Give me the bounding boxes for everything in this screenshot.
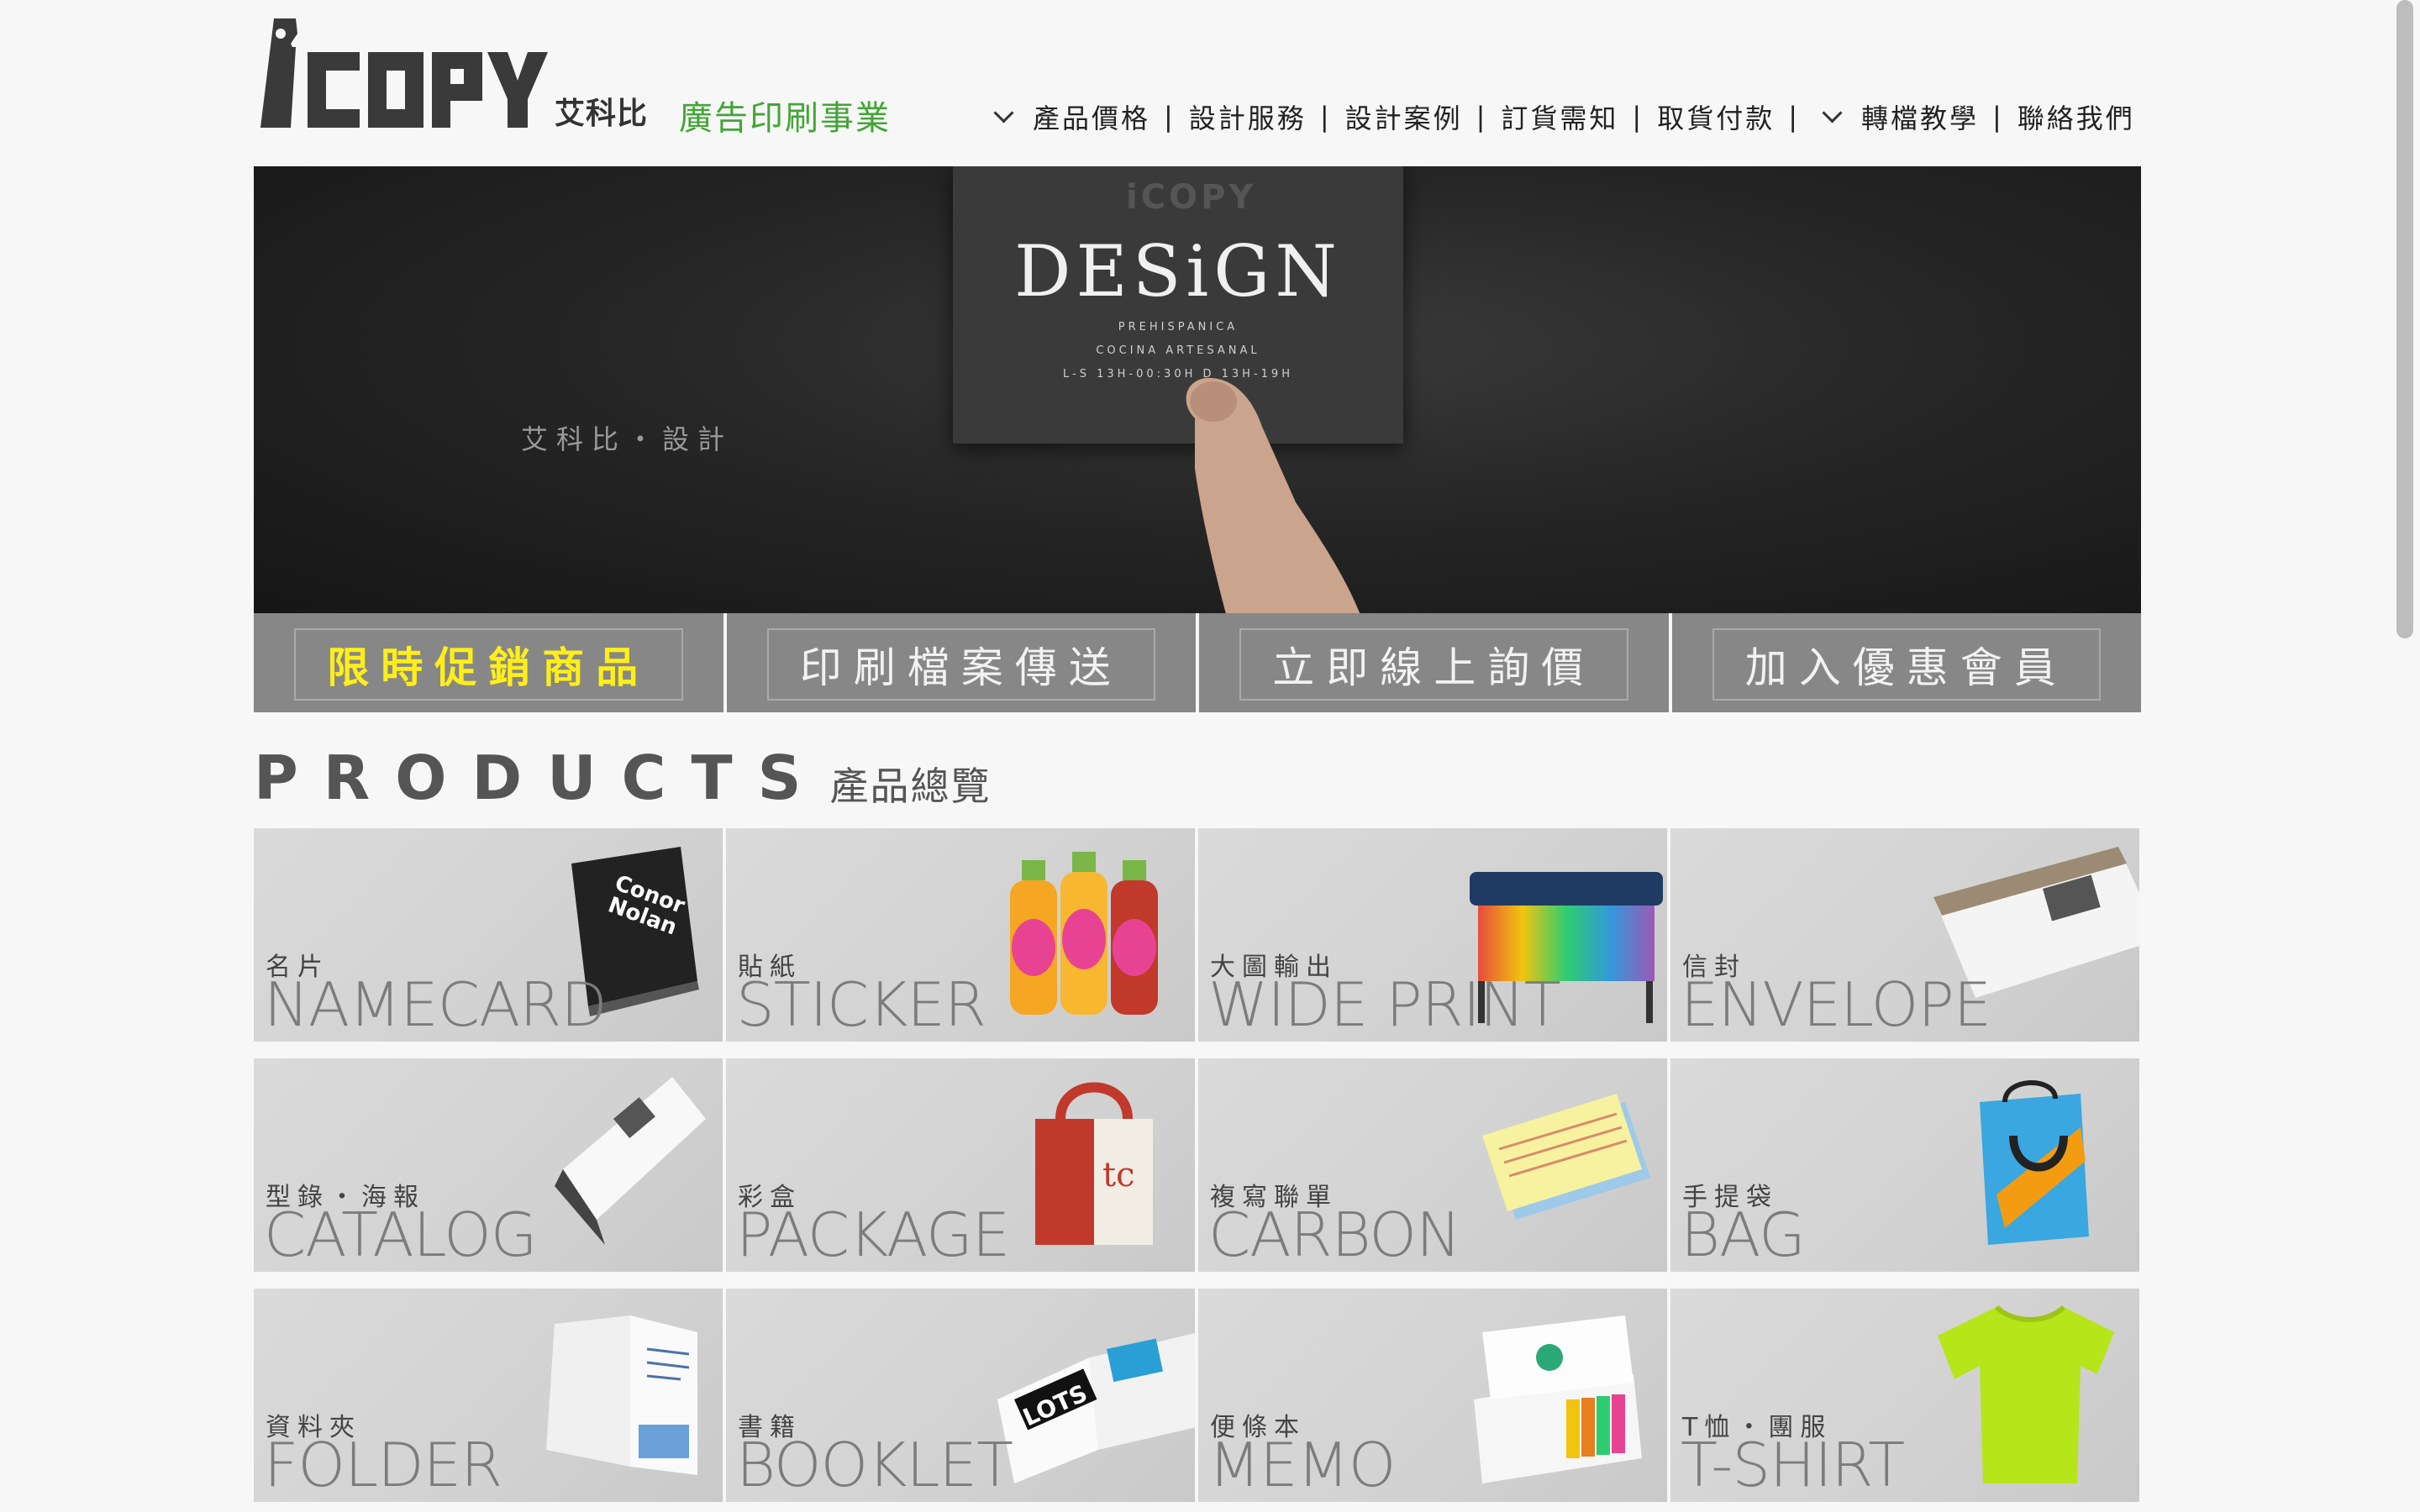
join-member-button-label: 加入優惠會員: [1712, 628, 2101, 701]
bag-icon: [1980, 1080, 2089, 1245]
catalog-icon: [555, 1077, 706, 1245]
product-grid: Conor Nolan 名片 NAMECARD 貼紙 STICKER 大圖輸出 …: [254, 828, 2141, 1502]
product-label-en: PACKAGE: [736, 1200, 1010, 1270]
file-upload-button-label: 印刷檔案傳送: [766, 628, 1155, 701]
product-label-en: T-SHIRT: [1681, 1430, 1905, 1500]
nav-separator: |: [1992, 101, 2004, 133]
promo-button[interactable]: 限時促銷商品: [254, 613, 723, 712]
bottles-icon: [1010, 852, 1158, 1015]
nav-separator: |: [1319, 101, 1332, 133]
site-logo[interactable]: 艾科比 廣告印刷事業: [259, 18, 939, 138]
product-label-en: BAG: [1681, 1200, 1806, 1270]
hero-banner[interactable]: iCOPY DESiGN PREHISPANICA COCINA ARTESAN…: [254, 166, 2141, 613]
file-upload-button[interactable]: 印刷檔案傳送: [726, 613, 1196, 712]
product-tile-memo[interactable]: 便條本 MEMO: [1198, 1289, 1667, 1502]
product-tile-tshirt[interactable]: T恤・團服 T-SHIRT: [1670, 1289, 2139, 1502]
nav-separator: |: [1788, 101, 1800, 133]
nav-item-prices[interactable]: 產品價格: [1033, 97, 1150, 136]
online-quote-button-label: 立即線上詢價: [1239, 628, 1628, 701]
product-tile-envelope[interactable]: 信封 ENVELOPE: [1670, 828, 2139, 1042]
card-logo: iCOPY: [1126, 178, 1257, 217]
chevron-down-icon[interactable]: [993, 102, 1014, 123]
product-tile-wide-print[interactable]: 大圖輸出 WIDE PRINT: [1198, 828, 1667, 1042]
product-label-en: BOOKLET: [736, 1430, 1013, 1500]
card-line: COCINA ARTESANAL: [1096, 344, 1260, 357]
online-quote-button[interactable]: 立即線上詢價: [1199, 613, 1669, 712]
product-tile-folder[interactable]: 資料夾 FOLDER: [254, 1289, 723, 1502]
nav-separator: |: [1476, 101, 1488, 133]
nav-item-file-tutorial[interactable]: 轉檔教學: [1861, 97, 1979, 136]
product-label-en: WIDE PRINT: [1208, 969, 1561, 1040]
hand-icon: [1186, 377, 1360, 613]
nav-item-design-service[interactable]: 設計服務: [1189, 97, 1307, 136]
memo-icon: [1474, 1315, 1642, 1483]
page-scrollbar[interactable]: [2396, 0, 2413, 638]
nav-separator: |: [1632, 101, 1644, 133]
carbon-form-icon: [1482, 1094, 1650, 1220]
join-member-button[interactable]: 加入優惠會員: [1671, 613, 2141, 712]
product-label-en: MEMO: [1208, 1430, 1396, 1500]
product-tile-bag[interactable]: 手提袋 BAG: [1670, 1058, 2139, 1272]
card-title: DESiGN: [1014, 230, 1342, 312]
products-heading: PRODUCTS 產品總覽: [254, 744, 991, 811]
chevron-down-icon[interactable]: [1822, 102, 1843, 123]
nav-item-order-notes[interactable]: 訂貨需知: [1501, 97, 1618, 136]
product-label-en: FOLDER: [264, 1430, 502, 1500]
nav-item-design-cases[interactable]: 設計案例: [1345, 97, 1463, 136]
icopy-logo-icon: [260, 18, 548, 128]
banner-caption: 艾科比・設計: [521, 423, 734, 455]
folder-icon: [546, 1315, 697, 1475]
site-tagline: 廣告印刷事業: [679, 99, 891, 138]
package-icon: tc: [1035, 1082, 1153, 1245]
product-tile-namecard[interactable]: Conor Nolan 名片 NAMECARD: [254, 828, 723, 1042]
product-label-en: ENVELOPE: [1681, 969, 1991, 1040]
product-tile-sticker[interactable]: 貼紙 STICKER: [726, 828, 1195, 1042]
product-label-en: NAMECARD: [264, 969, 608, 1040]
product-label-en: STICKER: [736, 969, 986, 1040]
nav-item-contact[interactable]: 聯絡我們: [2018, 97, 2135, 136]
quick-action-bar: 限時促銷商品 印刷檔案傳送 立即線上詢價 加入優惠會員: [254, 613, 2141, 712]
logo-cn-text: 艾科比: [555, 97, 649, 131]
promo-button-label: 限時促銷商品: [294, 628, 683, 701]
nav-separator: |: [1164, 101, 1176, 133]
product-tile-carbon[interactable]: 複寫聯單 CARBON: [1198, 1058, 1667, 1272]
product-tile-booklet[interactable]: LOTS 書籍 BOOKLET: [726, 1289, 1195, 1502]
product-label-en: CARBON: [1208, 1200, 1461, 1270]
product-label-en: CATALOG: [264, 1200, 538, 1270]
tshirt-icon: [1938, 1305, 2114, 1483]
card-line: PREHISPANICA: [1118, 321, 1239, 333]
svg-text:tc: tc: [1102, 1156, 1134, 1194]
products-title-en: PRODUCTS: [254, 743, 827, 813]
product-tile-catalog[interactable]: 型錄・海報 CATALOG: [254, 1058, 723, 1272]
products-title-cn: 產品總覽: [829, 764, 992, 809]
main-nav: 產品價格 | 設計服務 | 設計案例 | 訂貨需知 | 取貨付款 | 轉檔教學 …: [985, 96, 2135, 138]
nav-item-pickup-payment[interactable]: 取貨付款: [1657, 97, 1775, 136]
product-tile-package[interactable]: tc 彩盒 PACKAGE: [726, 1058, 1195, 1272]
